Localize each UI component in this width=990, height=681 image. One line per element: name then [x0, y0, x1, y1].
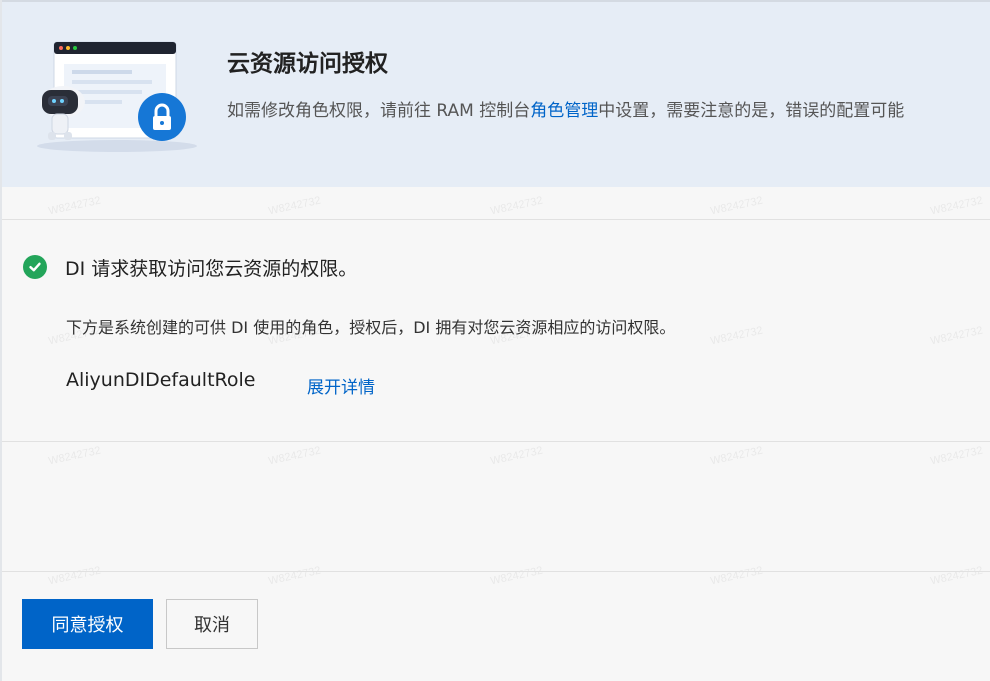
- role-management-link[interactable]: 角色管理: [530, 101, 598, 121]
- role-description: 下方是系统创建的可供 DI 使用的角色，授权后，DI 拥有对您云资源相应的访问权…: [66, 318, 676, 337]
- divider-top: [2, 219, 990, 220]
- status-row: DI 请求获取访问您云资源的权限。: [23, 254, 357, 280]
- watermark-text: W8242732: [709, 194, 764, 218]
- authorization-dialog: W8242732 W8242732 W8242732 W8242732 W8242732…: [0, 0, 990, 681]
- header-banner: 云资源访问授权 如需修改角色权限，请前往 RAM 控制台角色管理中设置，需要注意…: [2, 2, 990, 187]
- watermark-text: W8242732: [929, 324, 984, 348]
- watermark-text: W8242732: [929, 444, 984, 468]
- divider-footer: [2, 571, 990, 572]
- status-message: DI 请求获取访问您云资源的权限。: [65, 257, 358, 280]
- cloud-authorization-illustration: [37, 41, 197, 152]
- watermark-text: W8242732: [489, 194, 544, 218]
- banner-description: 如需修改角色权限，请前往 RAM 控制台角色管理中设置，需要注意的是，错误的配置…: [227, 96, 904, 121]
- watermark-text: W8242732: [489, 444, 544, 468]
- watermark-text: W8242732: [267, 444, 322, 468]
- watermark-text: W8242732: [47, 444, 102, 468]
- watermark-text: W8242732: [709, 324, 764, 348]
- watermark-text: W8242732: [929, 194, 984, 218]
- watermark-text: W8242732: [47, 564, 102, 588]
- watermark-text: W8242732: [929, 564, 984, 588]
- description-suffix: 中设置，需要注意的是，错误的配置可能: [598, 101, 905, 121]
- expand-details-link[interactable]: 展开详情: [307, 373, 375, 398]
- watermark-text: W8242732: [709, 564, 764, 588]
- divider-middle: [2, 441, 990, 442]
- watermark-text: W8242732: [267, 564, 322, 588]
- agree-authorize-button[interactable]: 同意授权: [22, 599, 153, 649]
- page-title: 云资源访问授权: [227, 51, 388, 77]
- watermark-text: W8242732: [709, 444, 764, 468]
- cancel-button[interactable]: 取消: [166, 599, 258, 649]
- description-prefix: 如需修改角色权限，请前往 RAM 控制台: [227, 101, 531, 121]
- watermark-text: W8242732: [489, 564, 544, 588]
- role-name: AliyunDIDefaultRole: [66, 369, 256, 391]
- check-circle-icon: [23, 255, 47, 279]
- watermark-text: W8242732: [267, 194, 322, 218]
- watermark-text: W8242732: [47, 194, 102, 218]
